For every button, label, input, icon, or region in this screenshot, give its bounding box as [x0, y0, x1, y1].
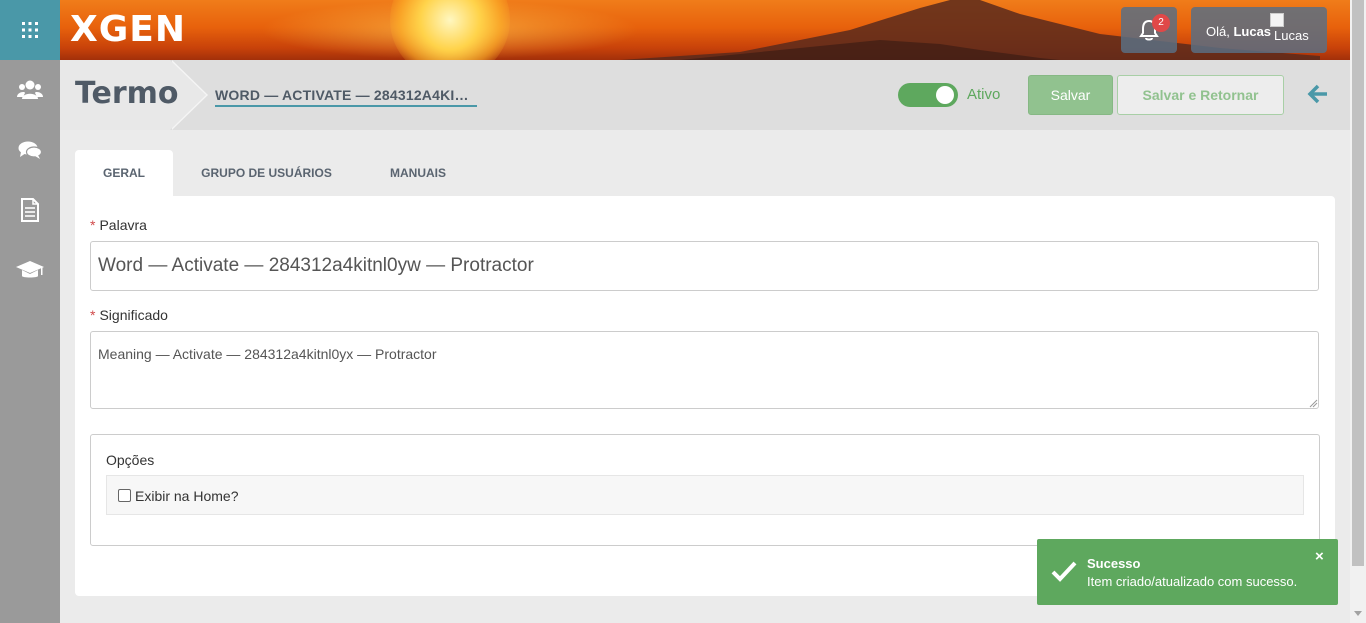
save-button[interactable]: Salvar [1028, 75, 1113, 115]
form-panel: * Palavra Word — Activate — 284312a4kitnl… [75, 196, 1335, 596]
page-scrollbar[interactable] [1350, 0, 1366, 623]
user-menu-button[interactable]: Olá, Lucas Lucas [1191, 7, 1327, 53]
tab-grupo-de-usuarios[interactable]: GRUPO DE USUÁRIOS [189, 150, 344, 196]
options-fieldset: Opções Exibir na Home? [90, 434, 1320, 546]
page-title: Termo [75, 76, 179, 111]
options-legend: Opções [106, 452, 155, 468]
word-label-text: Palavra [99, 217, 147, 233]
sidebar-item-documents[interactable] [0, 180, 60, 240]
meaning-textarea[interactable]: Meaning — Activate — 284312a4kitnl0yx — … [90, 331, 1319, 409]
scroll-down-arrow-icon[interactable] [1354, 611, 1362, 616]
apps-menu-button[interactable] [0, 0, 60, 60]
required-mark: * [90, 217, 96, 233]
show-home-row: Exibir na Home? [106, 475, 1304, 515]
page-titlebar: Termo WORD — ACTIVATE — 284312A4KITNL0YW… [60, 60, 1350, 130]
toast-title: Sucesso [1087, 556, 1141, 571]
avatar-alt-text: Lucas [1274, 28, 1309, 43]
sidebar-item-users[interactable] [0, 60, 60, 120]
graduation-cap-icon [16, 261, 44, 278]
success-toast: Sucesso Item criado/atualizado com suces… [1037, 539, 1338, 605]
avatar: Lucas [1270, 13, 1322, 47]
active-toggle[interactable] [898, 83, 958, 107]
meaning-label-text: Significado [99, 307, 168, 323]
tab-manuais[interactable]: MANUAIS [375, 150, 461, 196]
active-toggle-label: Ativo [967, 86, 1001, 103]
toast-close-button[interactable]: × [1315, 548, 1324, 565]
tab-geral[interactable]: GERAL [75, 150, 173, 196]
apps-grid-icon [22, 22, 38, 38]
checkmark-icon [1051, 561, 1077, 582]
sun-graphic [390, 0, 510, 60]
sidebar-item-courses[interactable] [0, 240, 60, 300]
toast-message: Item criado/atualizado com sucesso. [1087, 574, 1298, 589]
chat-icon [18, 141, 42, 159]
broken-image-icon [1270, 13, 1284, 27]
document-icon [21, 198, 39, 222]
xgen-logo[interactable]: XGEN [70, 10, 186, 50]
scrollbar-thumb[interactable] [1352, 0, 1364, 566]
sidebar-item-chat[interactable] [0, 120, 60, 180]
user-name: Lucas [1233, 24, 1272, 39]
word-label: * Palavra [90, 217, 147, 233]
meaning-label: * Significado [90, 307, 168, 323]
back-arrow-icon[interactable] [1307, 84, 1329, 104]
show-home-label[interactable]: Exibir na Home? [135, 488, 239, 504]
top-header: XGEN 2 Olá, Lucas Lucas [60, 0, 1350, 60]
greeting-prefix: Olá, [1206, 24, 1234, 39]
users-icon [17, 80, 43, 99]
required-mark: * [90, 307, 96, 323]
notifications-button[interactable]: 2 [1121, 7, 1177, 53]
word-input[interactable]: Word — Activate — 284312a4kitnl0yw — Pro… [90, 241, 1319, 291]
breadcrumb[interactable]: WORD — ACTIVATE — 284312A4KITNL0YW — PRO… [215, 87, 477, 107]
resize-grip-icon[interactable] [1309, 399, 1318, 408]
show-home-checkbox[interactable] [118, 489, 131, 502]
sidebar [0, 0, 60, 623]
save-and-return-button[interactable]: Salvar e Retornar [1117, 75, 1284, 115]
user-greeting: Olá, Lucas [1206, 24, 1271, 39]
toggle-knob [936, 86, 954, 104]
notification-count-badge: 2 [1152, 14, 1170, 32]
